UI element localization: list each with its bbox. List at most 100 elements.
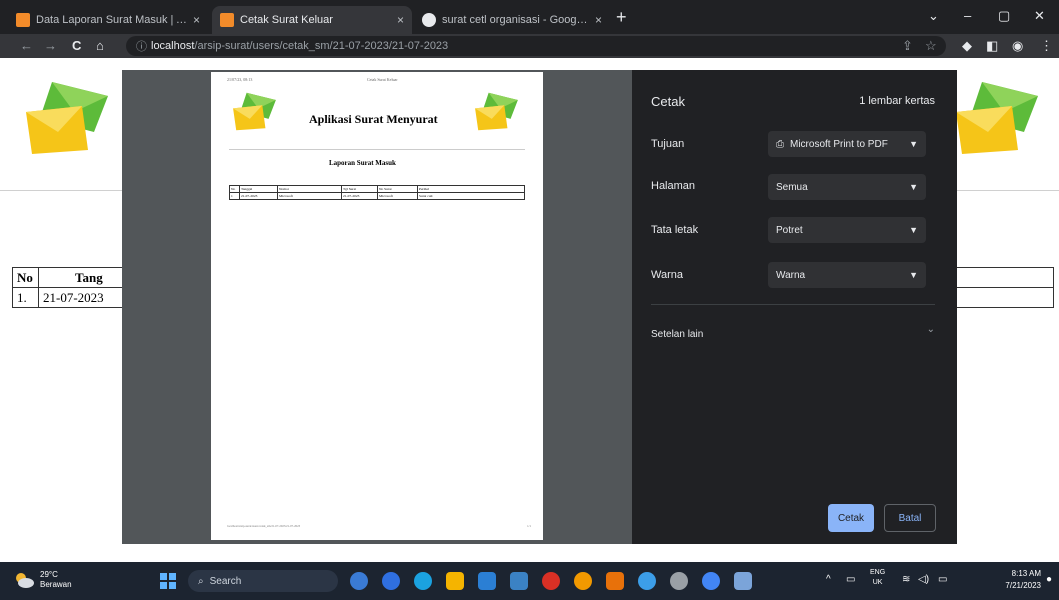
sheet-header-date: 21/07/23, 08:13	[227, 77, 253, 82]
table-cell: Surat cuti	[417, 192, 525, 200]
taskbar-search[interactable]: ⌕ Search	[188, 570, 338, 592]
tab-title: Data Laporan Surat Masuk | Apl	[36, 14, 187, 26]
settings-gear-icon[interactable]	[670, 572, 688, 590]
print-preview-area: 21/07/23, 08:13 Cetak Surat Keluar Aplik…	[122, 70, 632, 544]
table-cell: Microsoft	[377, 192, 418, 200]
language-code: ENG	[870, 569, 886, 576]
more-settings-toggle[interactable]: Setelan lain ⌄	[651, 324, 935, 344]
bookmark-star-icon[interactable]: ☆	[925, 38, 937, 54]
chevron-down-icon: ▼	[909, 225, 918, 235]
search-placeholder: Search	[209, 575, 242, 587]
table-header-cell: Tgl Surat	[341, 185, 378, 193]
sheet-footer-url: localhost/arsip-surat/users/cetak_sm/21-…	[227, 524, 301, 528]
photos-icon[interactable]	[734, 572, 752, 590]
pages-select[interactable]: Semua ▼	[768, 174, 926, 200]
tab-close-icon[interactable]: ×	[193, 13, 200, 27]
clock-date: 7/21/2023	[1005, 581, 1041, 590]
tab-favicon-icon	[220, 13, 234, 27]
print-panel-title: Cetak	[651, 94, 685, 109]
tab-title: surat cetl organisasi - Google Pr	[442, 14, 589, 26]
sheet-report-title: Laporan Surat Masuk	[329, 159, 396, 167]
color-select[interactable]: Warna ▼	[768, 262, 926, 288]
address-path: /arsip-surat/users/cetak_sm/21-07-2023/2…	[194, 40, 449, 52]
clock-time: 8:13 AM	[1011, 569, 1041, 578]
sheet-app-title: Aplikasi Surat Menyurat	[309, 112, 438, 126]
color-value: Warna	[776, 269, 806, 281]
new-tab-button[interactable]: +	[616, 8, 627, 26]
language-indicator[interactable]: ENG UK	[870, 568, 885, 588]
weather-widget[interactable]: 29°C Berawan	[14, 570, 72, 590]
color-label: Warna	[651, 269, 683, 281]
browser-app-icon[interactable]	[574, 572, 592, 590]
layout-select[interactable]: Potret ▼	[768, 217, 926, 243]
print-settings-panel: Cetak 1 lembar kertas Tujuan ⎙ Microsoft…	[632, 70, 957, 544]
table-header-cell: Tanggal	[239, 185, 278, 193]
table-cell: 1.	[12, 287, 39, 308]
search-icon: ⌕	[198, 575, 204, 587]
table-header-cell: Nomor	[277, 185, 342, 193]
table-row: 1 21-07-2023 Microsoft 21-07-2023 Micros…	[229, 192, 525, 200]
minimize-button[interactable]: –	[964, 8, 971, 23]
profile-avatar-icon[interactable]: ◉	[1012, 38, 1023, 54]
more-settings-label: Setelan lain	[651, 329, 704, 340]
system-clock[interactable]: 8:13 AM 7/21/2023	[1005, 568, 1041, 592]
vscode-icon[interactable]	[478, 572, 496, 590]
cancel-button[interactable]: Batal	[884, 504, 936, 532]
notification-bell-icon[interactable]: ●	[1046, 574, 1052, 585]
reload-icon[interactable]: C	[72, 38, 81, 53]
chrome-icon[interactable]	[702, 572, 720, 590]
chat-icon[interactable]	[382, 572, 400, 590]
tray-monitor-icon[interactable]: ▭	[846, 574, 855, 585]
tab-search-chevron-icon[interactable]: ⌄	[928, 8, 939, 24]
tab-cetak-surat-keluar[interactable]: Cetak Surat Keluar ×	[212, 6, 412, 34]
print-button[interactable]: Cetak	[828, 504, 874, 532]
start-button[interactable]	[160, 573, 176, 589]
xampp-icon[interactable]	[606, 572, 624, 590]
sheet-divider	[229, 149, 525, 150]
file-explorer-icon[interactable]	[446, 572, 464, 590]
destination-select[interactable]: ⎙ Microsoft Print to PDF ▼	[768, 131, 926, 157]
windows-taskbar: 29°C Berawan ⌕ Search ^ ▭ ENG UK ≋ ◁) ▭ …	[0, 562, 1059, 600]
edge-icon[interactable]	[414, 572, 432, 590]
destination-value: Microsoft Print to PDF	[790, 138, 888, 150]
address-bar[interactable]: ⓘ localhost /arsip-surat/users/cetak_sm/…	[126, 36, 946, 56]
share-icon[interactable]: ⇪	[902, 38, 913, 54]
app-icon[interactable]	[638, 572, 656, 590]
extensions-icon[interactable]: ◆	[962, 38, 972, 54]
site-info-icon[interactable]: ⓘ	[136, 38, 147, 54]
volume-icon[interactable]: ◁)	[918, 574, 929, 585]
store-icon[interactable]	[510, 572, 528, 590]
browser-toolbar: ← → C ⌂ ⓘ localhost /arsip-surat/users/c…	[0, 34, 1059, 58]
forward-icon[interactable]: →	[44, 38, 57, 53]
pages-value: Semua	[776, 181, 808, 193]
opera-icon[interactable]	[542, 572, 560, 590]
table-cell: 1	[229, 192, 240, 200]
back-icon[interactable]: ←	[20, 38, 33, 53]
tab-google-search[interactable]: surat cetl organisasi - Google Pr ×	[414, 6, 610, 34]
close-window-button[interactable]: ✕	[1034, 8, 1045, 24]
table-header-cell: No	[229, 185, 240, 193]
tray-overflow-chevron-icon[interactable]: ^	[826, 574, 831, 585]
preview-page: 21/07/23, 08:13 Cetak Surat Keluar Aplik…	[211, 72, 543, 540]
tab-title: Cetak Surat Keluar	[240, 14, 333, 26]
tab-close-icon[interactable]: ×	[595, 13, 602, 27]
maximize-button[interactable]: ▢	[998, 8, 1010, 24]
side-panel-icon[interactable]: ◧	[986, 38, 998, 54]
tab-close-icon[interactable]: ×	[397, 13, 404, 27]
wifi-icon[interactable]: ≋	[902, 574, 910, 585]
table-header-cell: No	[12, 267, 39, 288]
sheet-header-title: Cetak Surat Keluar	[367, 77, 398, 82]
menu-icon[interactable]: ⋮	[1040, 38, 1053, 54]
home-icon[interactable]: ⌂	[96, 38, 104, 53]
task-view-icon[interactable]	[350, 572, 368, 590]
sheet-footer-page: 1/1	[527, 524, 531, 528]
chevron-down-icon: ▼	[909, 182, 918, 192]
layout-value: Potret	[776, 224, 803, 236]
battery-icon[interactable]: ▭	[938, 574, 947, 585]
envelope-logo-right-icon	[956, 82, 1038, 154]
panel-divider	[651, 304, 935, 305]
tab-data-laporan[interactable]: Data Laporan Surat Masuk | Apl ×	[8, 6, 208, 34]
destination-label: Tujuan	[651, 138, 685, 150]
language-region: UK	[872, 579, 883, 586]
print-dialog: 21/07/23, 08:13 Cetak Surat Keluar Aplik…	[122, 70, 957, 544]
